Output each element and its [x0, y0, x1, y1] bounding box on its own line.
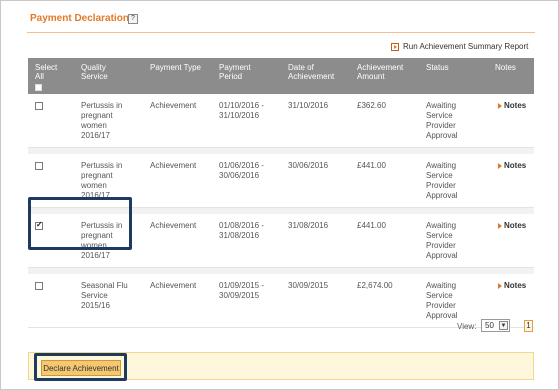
cell-quality-service: Seasonal Flu Service 2015/16 [81, 281, 128, 310]
column-header-payment-type: Payment Type [150, 63, 201, 72]
select-all-checkbox[interactable] [35, 84, 42, 91]
cell-date-of-achievement: 31/08/2016 [288, 221, 329, 230]
cell-quality-service: Pertussis in pregnant women 2016/17 [81, 161, 123, 200]
table-row: Seasonal Flu Service 2015/16 Achievement… [28, 274, 534, 328]
declare-button-highlight [34, 353, 127, 381]
row-checkbox[interactable] [35, 162, 43, 170]
column-header-payment-period: Payment Period [219, 63, 251, 81]
chevron-down-icon: ▼ [499, 321, 508, 330]
run-achievement-summary-report-link[interactable]: Run Achievement Summary Report [391, 42, 528, 51]
row-checkbox[interactable] [35, 102, 43, 110]
cell-achievement-amount: £441.00 [357, 221, 386, 230]
column-header-select-all: Select All [35, 63, 58, 81]
cell-payment-type: Achievement [150, 221, 197, 230]
cell-status: Awaiting Service Provider Approval [426, 281, 458, 320]
cell-achievement-amount: £2,674.00 [357, 281, 393, 290]
page-size-select[interactable]: 50 ▼ [481, 319, 510, 332]
column-header-status: Status [426, 63, 449, 72]
selected-row-highlight [28, 197, 132, 250]
cell-payment-period: 01/06/2016 - 30/06/2016 [219, 161, 264, 180]
page-1-button[interactable]: 1 [524, 320, 533, 332]
row-checkbox[interactable] [35, 282, 43, 290]
notes-label: Notes [504, 221, 527, 230]
payment-table: Select All Quality Service Payment Type … [28, 58, 534, 328]
notes-label: Notes [504, 281, 527, 290]
cell-date-of-achievement: 31/10/2016 [288, 101, 329, 110]
help-icon[interactable]: ? [128, 14, 138, 24]
column-header-date-of-achievement: Date of Achievement [288, 63, 335, 81]
cell-date-of-achievement: 30/06/2016 [288, 161, 329, 170]
cell-status: Awaiting Service Provider Approval [426, 221, 458, 260]
cell-achievement-amount: £441.00 [357, 161, 386, 170]
notes-link[interactable]: Notes [498, 281, 526, 290]
page-size-value: 50 [485, 321, 494, 330]
title-divider [27, 32, 535, 33]
page-title: Payment Declaration [30, 13, 129, 24]
column-header-quality-service: Quality Service [81, 63, 108, 81]
cell-payment-period: 01/08/2016 - 31/08/2016 [219, 221, 264, 240]
cell-payment-type: Achievement [150, 281, 197, 290]
cell-payment-period: 01/09/2015 - 30/09/2015 [219, 281, 264, 300]
payment-declaration-panel: Payment Declaration ? Run Achievement Su… [0, 0, 559, 390]
cell-quality-service: Pertussis in pregnant women 2016/17 [81, 101, 123, 140]
cell-payment-type: Achievement [150, 161, 197, 170]
report-arrow-icon [391, 42, 399, 51]
cell-payment-period: 01/10/2016 - 31/10/2016 [219, 101, 264, 120]
column-header-achievement-amount: Achievement Amount [357, 63, 404, 81]
notes-arrow-icon [498, 102, 502, 109]
notes-arrow-icon [498, 222, 502, 229]
table-header: Select All Quality Service Payment Type … [28, 58, 534, 94]
table-row: Pertussis in pregnant women 2016/17 Achi… [28, 94, 534, 148]
column-header-notes: Notes [495, 63, 516, 72]
cell-status: Awaiting Service Provider Approval [426, 161, 458, 200]
notes-link[interactable]: Notes [498, 101, 526, 110]
notes-label: Notes [504, 161, 527, 170]
view-label: View: [457, 322, 477, 331]
cell-achievement-amount: £362.60 [357, 101, 386, 110]
notes-arrow-icon [498, 282, 502, 289]
notes-label: Notes [504, 101, 527, 110]
cell-status: Awaiting Service Provider Approval [426, 101, 458, 140]
notes-link[interactable]: Notes [498, 221, 526, 230]
cell-payment-type: Achievement [150, 101, 197, 110]
cell-date-of-achievement: 30/09/2015 [288, 281, 329, 290]
report-link-label: Run Achievement Summary Report [403, 42, 529, 51]
notes-arrow-icon [498, 162, 502, 169]
notes-link[interactable]: Notes [498, 161, 526, 170]
